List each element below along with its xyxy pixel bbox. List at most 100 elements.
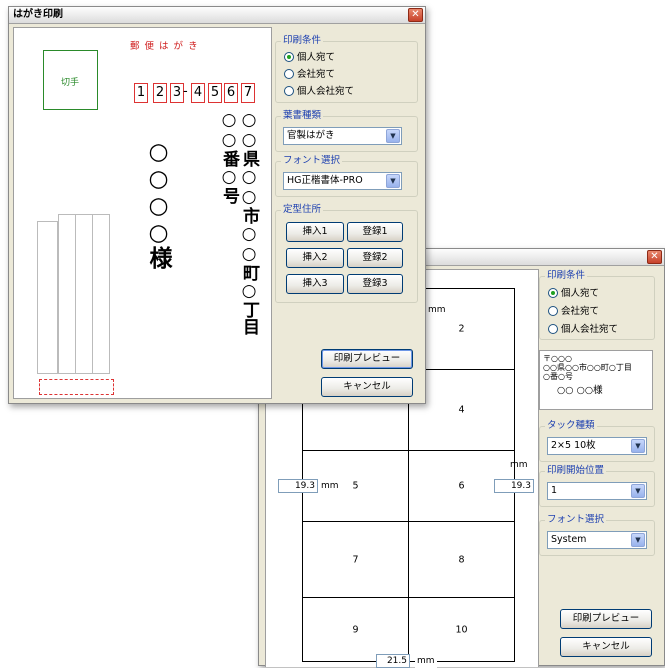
- print-condition-group: 印刷条件 個人宛て 会社宛て 個人会社宛て: [275, 35, 418, 103]
- radio-icon: [548, 306, 558, 316]
- radio-icon: [548, 324, 558, 334]
- label-cell[interactable]: 10: [408, 597, 515, 662]
- select-value: HG正楷書体-PRO: [287, 175, 363, 186]
- title-bar: はがき印刷: [9, 7, 425, 24]
- sender-column: [37, 221, 58, 374]
- group-title: フォント選択: [281, 155, 343, 167]
- preview-zip: 〒○○○: [543, 354, 572, 363]
- zip-digit: 1: [134, 83, 148, 103]
- radio-label: 会社宛て: [297, 69, 336, 80]
- radio-icon: [284, 86, 294, 96]
- label-cell[interactable]: 9: [302, 597, 409, 662]
- insert-1-button[interactable]: 挿入1: [286, 222, 344, 242]
- radio-individual[interactable]: 個人宛て: [548, 288, 599, 300]
- select-value: System: [551, 534, 587, 545]
- radio-label: 個人会社宛て: [297, 86, 355, 97]
- sender-column: [75, 214, 93, 374]
- print-preview-button[interactable]: 印刷プレビュー: [321, 349, 413, 369]
- label-number: 2: [458, 323, 465, 335]
- sender-column: [92, 214, 110, 374]
- print-preview-button[interactable]: 印刷プレビュー: [560, 609, 652, 629]
- register-3-button[interactable]: 登録3: [347, 274, 403, 294]
- cancel-button[interactable]: キャンセル: [560, 637, 652, 657]
- radio-selected-icon: [548, 288, 558, 298]
- address-line-2: ○○番○号: [219, 110, 239, 204]
- postcard-header: 郵 便 は が き: [130, 41, 199, 52]
- preview-address: ○○県○○市○○町○丁目: [543, 363, 632, 372]
- sender-column: [58, 214, 76, 374]
- chevron-down-icon: ▼: [386, 174, 400, 188]
- select-value: 1: [551, 485, 558, 496]
- group-title: 印刷条件: [545, 270, 588, 282]
- label-number: 9: [352, 624, 359, 635]
- chevron-down-icon: ▼: [631, 484, 645, 498]
- group-title: タック種類: [545, 420, 597, 432]
- group-title: フォント選択: [545, 514, 607, 526]
- right-margin-field[interactable]: 19.3: [494, 479, 534, 493]
- label-number: 7: [352, 554, 359, 565]
- label-number: 6: [458, 480, 465, 492]
- preview-name: ○○ ○○様: [557, 385, 603, 396]
- zip-digit: 3: [170, 83, 184, 103]
- zip-digit: 5: [208, 83, 222, 103]
- group-title: 印刷条件: [281, 35, 324, 47]
- preview-address-number: ○番○号: [543, 372, 573, 381]
- top-margin-unit: mm: [428, 303, 446, 317]
- tack-type-group: タック種類 2×5 10枚 ▼: [539, 420, 655, 462]
- zip-digit: 7: [241, 83, 255, 103]
- left-margin-unit: mm: [321, 481, 339, 491]
- card-type-select[interactable]: 官製はがき ▼: [283, 127, 402, 145]
- sender-zip-box: [39, 379, 114, 395]
- recipient-name: ○○○○様: [145, 138, 172, 269]
- left-margin-field[interactable]: 19.3: [278, 479, 318, 493]
- right-margin-unit-outside: mm: [510, 460, 528, 470]
- select-value: 官製はがき: [287, 130, 335, 141]
- radio-icon: [284, 69, 294, 79]
- window-title: はがき印刷: [13, 9, 63, 20]
- print-condition-group: 印刷条件 個人宛て 会社宛て 個人会社宛て: [539, 270, 655, 340]
- address-line-1: ○○県○○市○○町○丁目: [239, 110, 259, 335]
- chevron-down-icon: ▼: [631, 439, 645, 453]
- zip-digit: 6: [224, 83, 238, 103]
- chevron-down-icon: ▼: [386, 129, 400, 143]
- label-number: 8: [458, 554, 465, 565]
- radio-label: 会社宛て: [561, 306, 600, 317]
- register-1-button[interactable]: 登録1: [347, 222, 403, 242]
- font-select[interactable]: HG正楷書体-PRO ▼: [283, 172, 402, 190]
- zip-digit: 2: [153, 83, 167, 103]
- label-cell[interactable]: 8: [408, 521, 515, 598]
- close-icon[interactable]: ✕: [647, 250, 662, 264]
- radio-company[interactable]: 会社宛て: [284, 69, 335, 81]
- chevron-down-icon: ▼: [631, 533, 645, 547]
- radio-label: 個人会社宛て: [561, 324, 619, 335]
- radio-individual-company[interactable]: 個人会社宛て: [284, 86, 354, 98]
- sender-address-area: [37, 214, 117, 374]
- insert-2-button[interactable]: 挿入2: [286, 248, 344, 268]
- cancel-button[interactable]: キャンセル: [321, 377, 413, 397]
- tack-type-select[interactable]: 2×5 10枚 ▼: [547, 437, 647, 455]
- address-preview-box: 〒○○○ ○○県○○市○○町○丁目 ○番○号 ○○ ○○様: [539, 350, 653, 410]
- postcard-print-window: はがき印刷 ✕ 郵 便 は が き 切手 1 2 3 - 4 5 6 7 ○○県…: [8, 6, 426, 404]
- label-cell[interactable]: 5: [302, 450, 409, 522]
- close-icon[interactable]: ✕: [408, 8, 423, 22]
- start-position-select[interactable]: 1 ▼: [547, 482, 647, 500]
- radio-selected-icon: [284, 52, 294, 62]
- label-number: 4: [458, 404, 465, 416]
- radio-label: 個人宛て: [297, 52, 336, 63]
- insert-3-button[interactable]: 挿入3: [286, 274, 344, 294]
- fixed-address-group: 定型住所 挿入1 登録1 挿入2 登録2 挿入3 登録3: [275, 204, 418, 303]
- font-select[interactable]: System ▼: [547, 531, 647, 549]
- radio-individual-company[interactable]: 個人会社宛て: [548, 324, 618, 336]
- font-select-group: フォント選択 System ▼: [539, 514, 655, 556]
- label-cell[interactable]: 7: [302, 521, 409, 598]
- label-number: 10: [455, 624, 468, 635]
- group-title: 葉書種類: [281, 110, 324, 122]
- stamp-label: 切手: [61, 78, 80, 88]
- radio-label: 個人宛て: [561, 288, 600, 299]
- radio-individual[interactable]: 個人宛て: [284, 52, 335, 64]
- register-2-button[interactable]: 登録2: [347, 248, 403, 268]
- postcard-canvas: 郵 便 は が き 切手 1 2 3 - 4 5 6 7 ○○県○○市○○町○丁…: [13, 27, 272, 399]
- start-position-group: 印刷開始位置 1 ▼: [539, 465, 655, 507]
- radio-company[interactable]: 会社宛て: [548, 306, 599, 318]
- card-type-group: 葉書種類 官製はがき ▼: [275, 110, 418, 152]
